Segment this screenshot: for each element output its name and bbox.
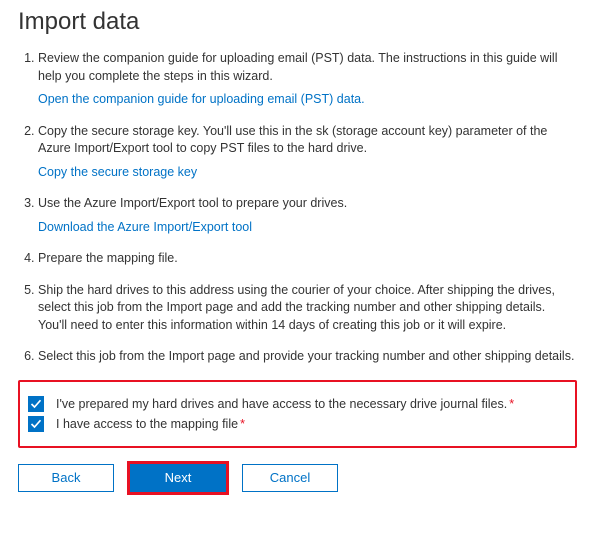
check-icon xyxy=(30,398,42,410)
check-icon xyxy=(30,418,42,430)
confirmation-section: I've prepared my hard drives and have ac… xyxy=(18,380,577,448)
drives-prepared-text: I've prepared my hard drives and have ac… xyxy=(56,397,507,411)
required-mark: * xyxy=(240,417,245,431)
required-mark: * xyxy=(509,397,514,411)
step-3: Use the Azure Import/Export tool to prep… xyxy=(38,195,577,236)
step-4: Prepare the mapping file. xyxy=(38,250,577,268)
step-6-text: Select this job from the Import page and… xyxy=(38,349,574,363)
mapping-file-text: I have access to the mapping file xyxy=(56,417,238,431)
drives-prepared-row: I've prepared my hard drives and have ac… xyxy=(28,396,567,412)
step-1: Review the companion guide for uploading… xyxy=(38,50,577,109)
button-row: Back Next Cancel xyxy=(18,464,577,492)
drives-prepared-label: I've prepared my hard drives and have ac… xyxy=(56,397,514,411)
mapping-file-checkbox[interactable] xyxy=(28,416,44,432)
drives-prepared-checkbox[interactable] xyxy=(28,396,44,412)
mapping-file-row: I have access to the mapping file* xyxy=(28,416,567,432)
step-5: Ship the hard drives to this address usi… xyxy=(38,282,577,335)
mapping-file-label: I have access to the mapping file* xyxy=(56,417,245,431)
steps-list: Review the companion guide for uploading… xyxy=(18,50,577,366)
step-6: Select this job from the Import page and… xyxy=(38,348,577,366)
step-4-text: Prepare the mapping file. xyxy=(38,251,178,265)
copy-storage-key-link[interactable]: Copy the secure storage key xyxy=(38,164,577,182)
import-data-wizard: Import data Review the companion guide f… xyxy=(0,0,595,506)
download-import-export-tool-link[interactable]: Download the Azure Import/Export tool xyxy=(38,219,577,237)
cancel-button[interactable]: Cancel xyxy=(242,464,338,492)
open-companion-guide-link[interactable]: Open the companion guide for uploading e… xyxy=(38,91,577,109)
step-3-text: Use the Azure Import/Export tool to prep… xyxy=(38,196,347,210)
step-2: Copy the secure storage key. You'll use … xyxy=(38,123,577,182)
step-5-text: Ship the hard drives to this address usi… xyxy=(38,283,555,332)
next-button[interactable]: Next xyxy=(130,464,226,492)
back-button[interactable]: Back xyxy=(18,464,114,492)
step-1-text: Review the companion guide for uploading… xyxy=(38,51,558,83)
page-title: Import data xyxy=(18,8,577,36)
step-2-text: Copy the secure storage key. You'll use … xyxy=(38,124,547,156)
